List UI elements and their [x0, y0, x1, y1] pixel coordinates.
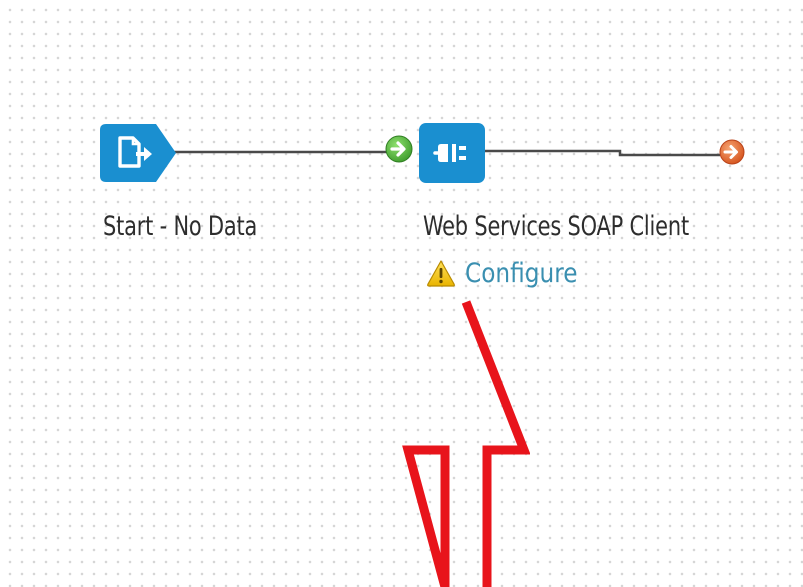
- connector-lines: [172, 149, 720, 157]
- start-node[interactable]: [98, 122, 178, 202]
- start-node-label: Start - No Data: [103, 211, 258, 242]
- workflow-canvas[interactable]: Start - No Data Web Services SOAP Client: [0, 0, 803, 587]
- configure-status[interactable]: Configure: [426, 256, 596, 290]
- plug-icon: [419, 123, 485, 183]
- start-document-icon: [100, 124, 176, 182]
- green-arrow-icon: [385, 135, 413, 163]
- soap-client-node-label: Web Services SOAP Client: [423, 211, 689, 242]
- orange-arrow-icon: [719, 139, 745, 165]
- warning-icon: [427, 260, 455, 287]
- input-port[interactable]: [384, 134, 414, 164]
- connector-soap-to-end: [484, 149, 720, 157]
- configure-link[interactable]: Configure: [465, 258, 578, 289]
- output-port[interactable]: [717, 137, 747, 167]
- red-arrow-up-icon: [402, 300, 530, 587]
- soap-client-node[interactable]: [418, 122, 488, 202]
